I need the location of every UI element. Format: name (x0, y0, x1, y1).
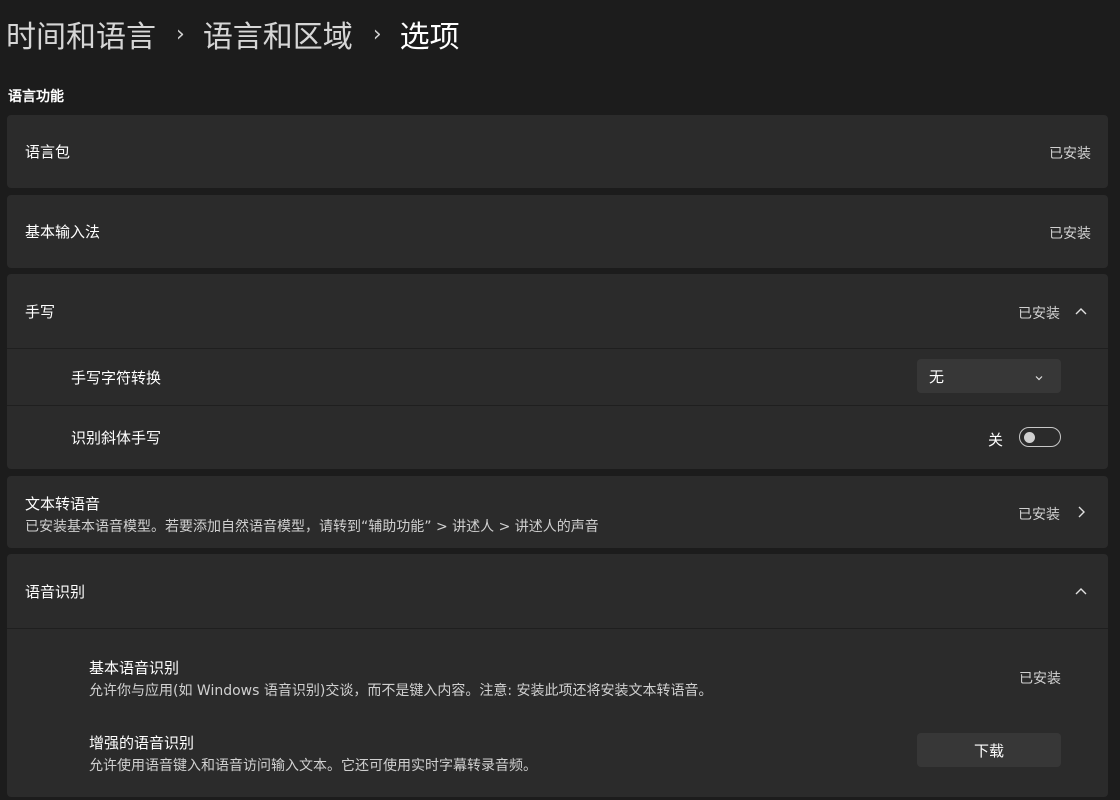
chevron-right-icon[interactable] (1072, 503, 1090, 521)
card-speech-recognition: 语音识别 基本语音识别 允许你与应用(如 Windows 语音识别)交谈，而不是… (7, 554, 1108, 797)
page-title: 选项 (399, 20, 460, 55)
basic-input-status: 已安装 (1049, 226, 1091, 242)
language-pack-label: 语言包 (25, 143, 71, 161)
card-language-pack: 语言包 已安装 (7, 115, 1108, 188)
handwriting-conversion-value: 无 (929, 367, 945, 386)
enhanced-speech-recognition-description: 允许使用语音键入和语音访问输入文本。它还可使用实时字幕转录音频。 (89, 758, 537, 774)
cursive-handwriting-toggle[interactable] (1019, 427, 1061, 447)
handwriting-label: 手写 (25, 302, 56, 321)
text-to-speech-description: 已安装基本语音模型。若要添加自然语音模型，请转到“辅助功能” > 讲述人 > 讲… (25, 519, 599, 535)
breadcrumb: 时间和语言 › 语言和区域 › 选项 (6, 10, 460, 58)
card-handwriting: 手写 已安装 手写字符转换 无 识别斜体手写 关 (7, 274, 1108, 469)
basic-speech-recognition-description: 允许你与应用(如 Windows 语音识别)交谈，而不是键入内容。注意: 安装此… (89, 683, 713, 699)
basic-input-label: 基本输入法 (25, 223, 101, 241)
breadcrumb-separator-icon: › (176, 21, 185, 47)
chevron-up-icon[interactable] (1072, 582, 1090, 600)
cursive-handwriting-label: 识别斜体手写 (71, 429, 162, 447)
handwriting-conversion-label: 手写字符转换 (71, 368, 162, 387)
breadcrumb-time-language[interactable]: 时间和语言 (6, 12, 156, 56)
language-pack-status: 已安装 (1049, 146, 1091, 162)
chevron-up-icon[interactable] (1072, 302, 1090, 320)
text-to-speech-status: 已安装 (1018, 507, 1060, 523)
breadcrumb-separator-icon: › (372, 21, 382, 47)
speech-recognition-label: 语音识别 (25, 582, 86, 601)
card-text-to-speech[interactable]: 文本转语音 已安装基本语音模型。若要添加自然语音模型，请转到“辅助功能” > 讲… (7, 476, 1108, 548)
text-to-speech-label: 文本转语音 (25, 495, 101, 513)
card-basic-input: 基本输入法 已安装 (7, 195, 1108, 268)
handwriting-status: 已安装 (1018, 306, 1060, 322)
breadcrumb-language-region[interactable]: 语言和区域 (203, 12, 353, 56)
chevron-down-icon (1033, 370, 1045, 388)
handwriting-conversion-dropdown[interactable]: 无 (917, 359, 1061, 393)
download-button[interactable]: 下载 (917, 733, 1061, 767)
handwriting-header[interactable]: 手写 (7, 274, 1108, 348)
cursive-toggle-state: 关 (987, 431, 1003, 449)
basic-speech-recognition-status: 已安装 (1019, 671, 1061, 687)
enhanced-speech-recognition-label: 增强的语音识别 (89, 734, 195, 752)
basic-speech-recognition-label: 基本语音识别 (89, 659, 180, 677)
section-title-language-features: 语言功能 (8, 89, 64, 105)
toggle-knob (1024, 431, 1035, 443)
speech-recognition-header[interactable]: 语音识别 (7, 554, 1108, 628)
